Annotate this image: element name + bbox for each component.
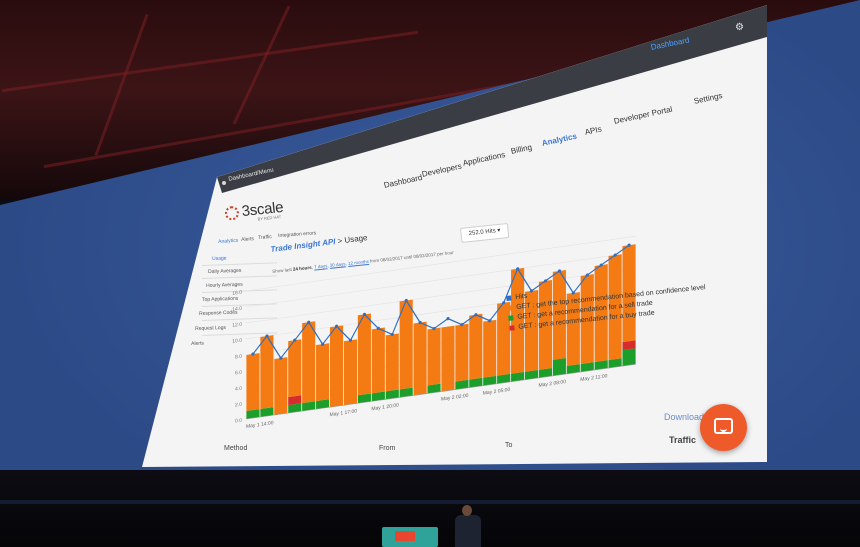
y-tick-label: 0.0 — [235, 418, 242, 425]
bar-segment — [288, 339, 302, 398]
column-from: From — [379, 445, 396, 452]
bar-segment — [622, 348, 636, 367]
bar-segment — [246, 353, 260, 411]
y-tick-label: 4.0 — [235, 386, 242, 393]
speaker — [455, 515, 481, 547]
chat-button[interactable] — [700, 404, 747, 451]
x-tick-label: May 2 02:00 — [441, 393, 469, 403]
bar-segment — [385, 333, 399, 392]
column-method: Method — [224, 445, 248, 452]
bar-segment — [552, 358, 566, 376]
bar-segment — [357, 313, 371, 396]
legend-swatch — [506, 295, 512, 301]
bar-segment — [329, 325, 344, 408]
bar-segment — [427, 327, 441, 386]
bar-segment — [343, 339, 358, 406]
legend-swatch — [508, 315, 514, 321]
legend-label: Hits — [514, 292, 528, 302]
stage-light-band — [0, 500, 860, 504]
x-tick-label: May 2 05:00 — [483, 387, 511, 397]
bar-segment — [260, 335, 274, 409]
y-tick-label: 8.0 — [235, 354, 242, 361]
x-tick-label: May 1 17:00 — [330, 408, 358, 418]
legend-swatch — [509, 324, 515, 331]
bar-segment — [371, 327, 385, 394]
download-link[interactable]: Download — [664, 412, 704, 422]
bar-segment — [594, 264, 608, 363]
bar-segment — [455, 323, 469, 382]
x-tick-label: May 2 08:00 — [539, 379, 567, 389]
column-to: To — [505, 442, 513, 449]
y-tick-label: 2.0 — [235, 402, 242, 409]
y-tick-label: 14.0 — [232, 306, 242, 313]
podium-logo — [395, 531, 415, 541]
y-tick-label: 12.0 — [232, 322, 242, 329]
bar-segment — [274, 357, 288, 416]
bar-segment — [497, 301, 511, 376]
x-tick-label: May 1 14:00 — [246, 420, 274, 430]
x-tick-label: May 1 20:00 — [371, 403, 399, 413]
bar-segment — [483, 319, 497, 378]
column-traffic: Traffic — [669, 435, 697, 445]
chat-icon — [714, 418, 733, 434]
bar-segment — [302, 321, 316, 404]
y-tick-label: 16.0 — [232, 290, 242, 297]
y-tick-label: 6.0 — [235, 370, 242, 377]
y-tick-label: 10.0 — [232, 338, 242, 345]
gridline — [246, 235, 636, 292]
bar-segment — [441, 325, 455, 392]
bar-segment — [469, 313, 483, 380]
x-tick-label: May 2 11:00 — [580, 373, 607, 383]
speaker-head — [462, 505, 472, 516]
bar-segment — [413, 321, 427, 396]
hits-point — [446, 317, 450, 321]
bar-segment — [316, 343, 330, 402]
legend-swatch — [507, 305, 513, 311]
